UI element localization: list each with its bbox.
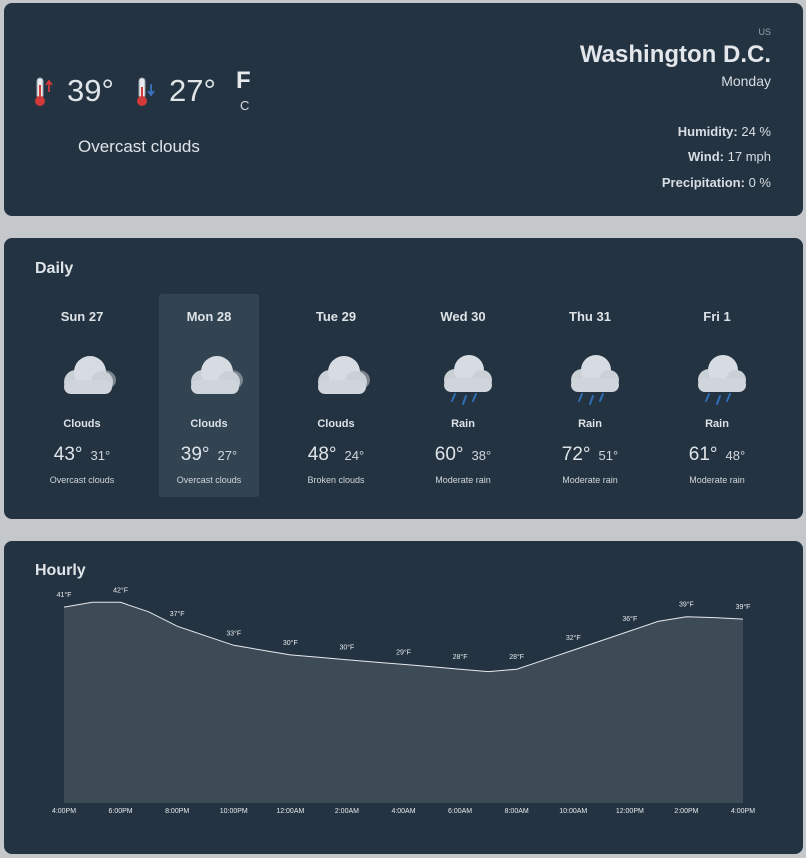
daily-item-4[interactable]: Wed 30 Rain 60° 38° Moderate rain xyxy=(413,294,513,497)
daily-item-6[interactable]: Fri 1 Rain 61° 48° Moderate rain xyxy=(667,294,767,497)
daily-high-temp: 61° xyxy=(688,444,718,465)
daily-low-temp: 38° xyxy=(471,448,492,463)
daily-condition: Rain xyxy=(451,418,475,430)
daily-condition: Rain xyxy=(578,418,602,430)
daily-item-1[interactable]: Sun 27 Clouds 43° 31° Overcast clouds xyxy=(32,294,132,497)
x-tick-label: 10:00PM xyxy=(220,808,248,815)
current-low-temp: 27° xyxy=(169,73,216,108)
humidity-stat: Humidity: 24 % xyxy=(678,124,771,139)
daily-description: Overcast clouds xyxy=(49,475,115,485)
daily-description: Moderate rain xyxy=(435,475,491,485)
point-label: 41°F xyxy=(57,591,72,599)
daily-low-temp: 48° xyxy=(725,448,746,463)
precipitation-value: 0 % xyxy=(748,175,771,190)
daily-condition: Clouds xyxy=(63,418,101,430)
hourly-temperature-chart: 41°F 42°F 37°F 33°F 30°F 30°F 29°F 28°F 28°F 32°F… xyxy=(52,586,755,815)
unit-celsius-toggle[interactable]: C xyxy=(240,98,249,113)
city-name: Washington D.C. xyxy=(579,41,771,68)
point-label: 39°F xyxy=(679,601,694,609)
daily-item-3[interactable]: Tue 29 Clouds 48° 24° Broken clouds xyxy=(286,294,386,497)
point-label: 30°F xyxy=(339,644,354,652)
x-tick-label: 6:00AM xyxy=(448,808,472,815)
rain-icon xyxy=(698,355,746,405)
temperature-area xyxy=(64,602,743,803)
point-label: 33°F xyxy=(226,629,241,637)
current-day: Monday xyxy=(721,73,771,89)
point-label: 39°F xyxy=(736,603,751,611)
daily-temps: 39° 27° xyxy=(159,444,259,466)
daily-description: Broken clouds xyxy=(307,475,365,485)
current-description: Overcast clouds xyxy=(78,137,200,156)
humidity-value: 24 % xyxy=(741,124,771,139)
daily-day-name: Fri 1 xyxy=(703,309,731,324)
daily-description: Moderate rain xyxy=(689,475,745,485)
unit-fahrenheit-toggle[interactable]: F xyxy=(236,67,251,95)
daily-low-temp: 31° xyxy=(90,448,111,463)
x-tick-label: 4:00AM xyxy=(391,808,415,815)
thermometer-down-icon xyxy=(137,77,155,106)
wind-label: Wind: xyxy=(688,149,724,164)
clouds-icon xyxy=(64,356,116,394)
daily-high-temp: 48° xyxy=(307,444,337,465)
daily-high-temp: 72° xyxy=(561,444,591,465)
x-tick-label: 12:00PM xyxy=(616,808,644,815)
current-weather-card: 39° 27° F C Overcast clouds US Washingto… xyxy=(4,3,803,216)
daily-high-temp: 43° xyxy=(53,444,83,465)
daily-temps: 72° 51° xyxy=(540,444,640,466)
current-high-temp: 39° xyxy=(67,73,114,108)
daily-condition: Rain xyxy=(705,418,729,430)
clouds-icon xyxy=(191,356,243,394)
point-label: 30°F xyxy=(283,639,298,647)
point-label: 29°F xyxy=(396,648,411,656)
x-tick-label: 4:00PM xyxy=(52,808,76,815)
humidity-label: Humidity: xyxy=(677,124,738,139)
country-code: US xyxy=(758,27,771,37)
daily-condition: Clouds xyxy=(317,418,355,430)
clouds-icon xyxy=(318,356,370,394)
daily-item-2[interactable]: Mon 28 Clouds 39° 27° Overcast clouds xyxy=(159,294,259,497)
wind-stat: Wind: 17 mph xyxy=(688,149,771,164)
daily-description: Moderate rain xyxy=(562,475,618,485)
daily-day-name: Sun 27 xyxy=(60,309,104,324)
x-tick-label: 6:00PM xyxy=(109,808,133,815)
hourly-forecast-card: Hourly 41°F 42°F 37°F 33°F 30°F 30°F 29°F 28°F 2… xyxy=(4,541,803,854)
x-tick-label: 2:00PM xyxy=(674,808,698,815)
daily-day-name: Mon 28 xyxy=(186,309,232,324)
daily-temps: 60° 38° xyxy=(413,444,513,466)
daily-high-temp: 60° xyxy=(434,444,464,465)
thermometer-up-icon xyxy=(35,77,53,106)
point-label: 28°F xyxy=(509,653,524,661)
daily-high-temp: 39° xyxy=(180,444,210,465)
x-tick-label: 12:00AM xyxy=(276,808,304,815)
daily-condition: Clouds xyxy=(190,418,228,430)
point-label: 32°F xyxy=(566,634,581,642)
rain-icon xyxy=(444,355,492,405)
daily-day-name: Wed 30 xyxy=(440,309,486,324)
daily-low-temp: 27° xyxy=(217,448,238,463)
daily-temps: 43° 31° xyxy=(32,444,132,466)
point-label: 36°F xyxy=(622,615,637,623)
wind-value: 17 mph xyxy=(727,149,771,164)
daily-title: Daily xyxy=(35,260,74,277)
x-tick-label: 2:00AM xyxy=(335,808,359,815)
point-label: 42°F xyxy=(113,586,128,594)
x-tick-label: 8:00AM xyxy=(505,808,529,815)
daily-low-temp: 24° xyxy=(344,448,365,463)
daily-low-temp: 51° xyxy=(598,448,619,463)
point-label: 37°F xyxy=(170,610,185,618)
daily-forecast-card: Daily Sun 27 Clouds 43° 31° Overcast clouds… xyxy=(4,238,803,519)
point-label: 28°F xyxy=(453,653,468,661)
precipitation-stat: Precipitation: 0 % xyxy=(662,175,771,190)
daily-item-5[interactable]: Thu 31 Rain 72° 51° Moderate rain xyxy=(540,294,640,497)
daily-day-name: Thu 31 xyxy=(569,309,611,324)
x-tick-label: 10:00AM xyxy=(559,808,587,815)
rain-icon xyxy=(571,355,619,405)
daily-description: Overcast clouds xyxy=(176,475,242,485)
x-tick-label: 4:00PM xyxy=(731,808,755,815)
daily-day-name: Tue 29 xyxy=(315,309,357,324)
x-tick-label: 8:00PM xyxy=(165,808,189,815)
daily-temps: 48° 24° xyxy=(286,444,386,466)
precipitation-label: Precipitation: xyxy=(661,175,745,190)
daily-temps: 61° 48° xyxy=(667,444,767,466)
